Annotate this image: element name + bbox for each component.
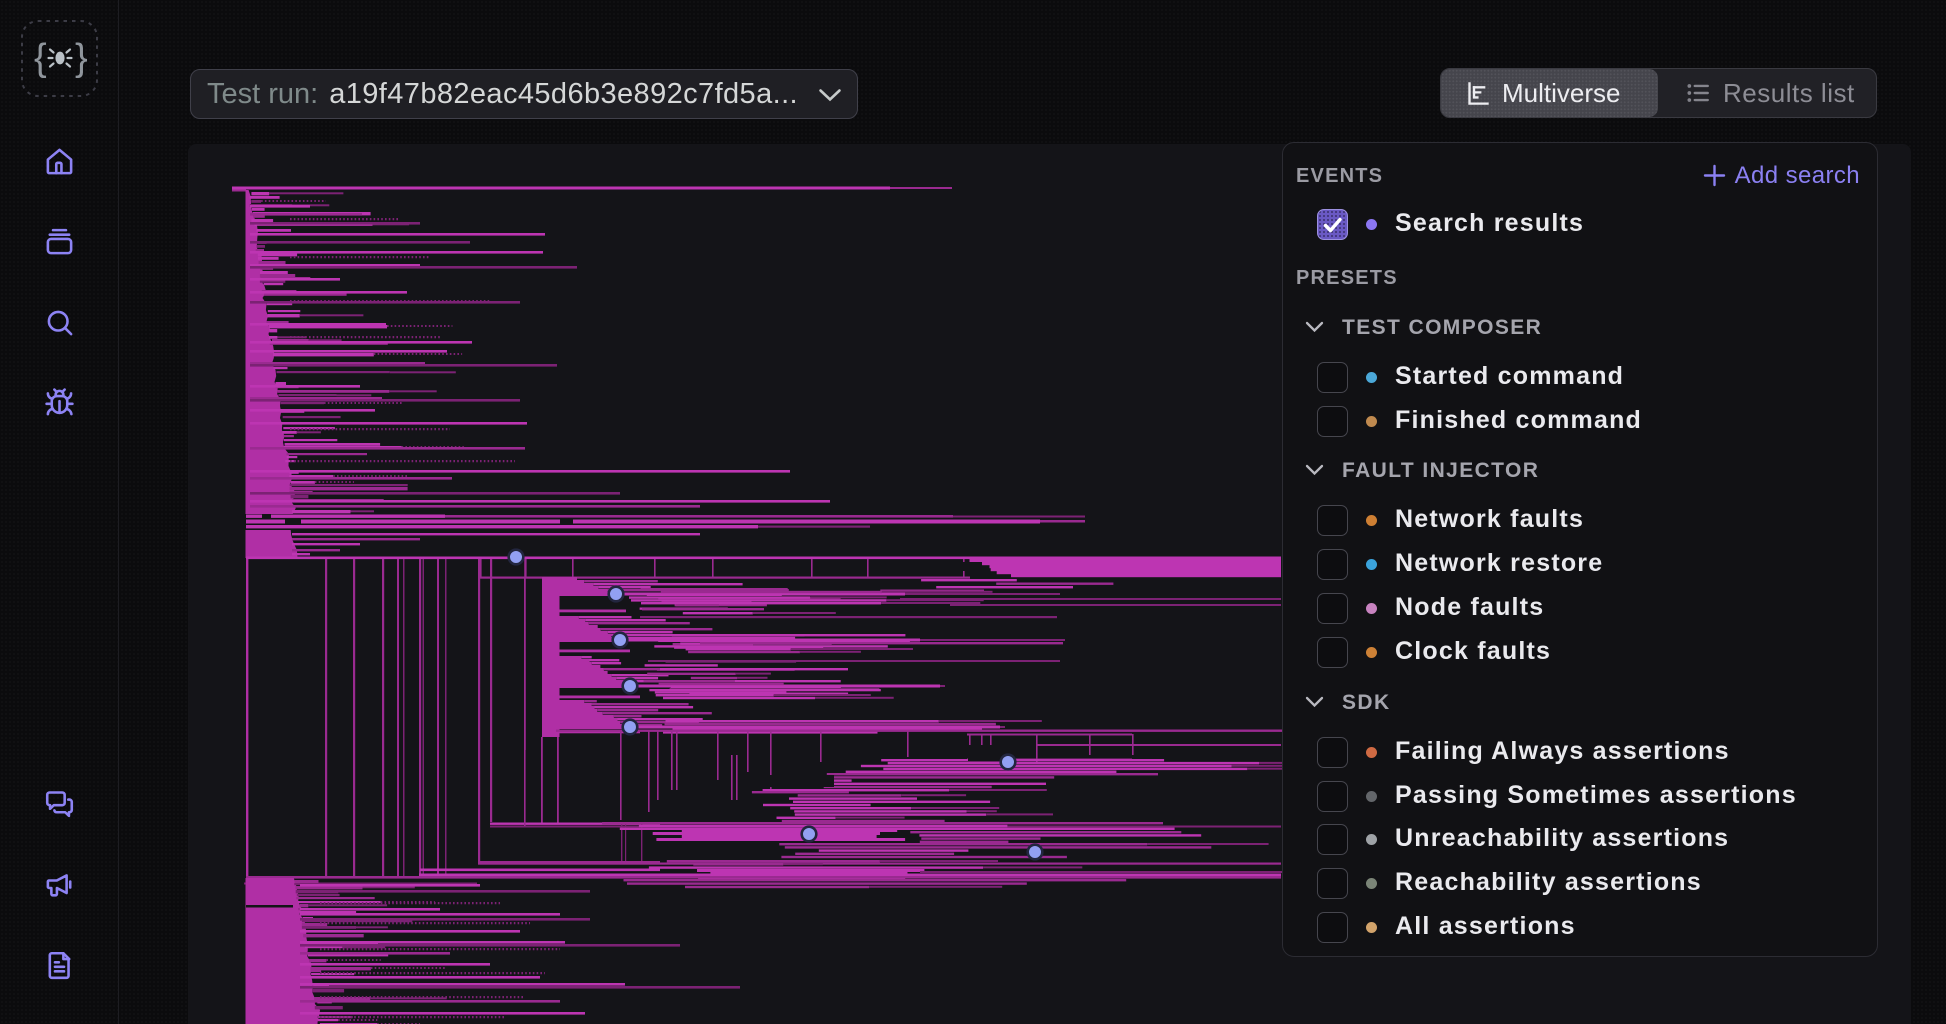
svg-text:{: { [34, 37, 47, 79]
svg-text:}: } [75, 37, 88, 79]
